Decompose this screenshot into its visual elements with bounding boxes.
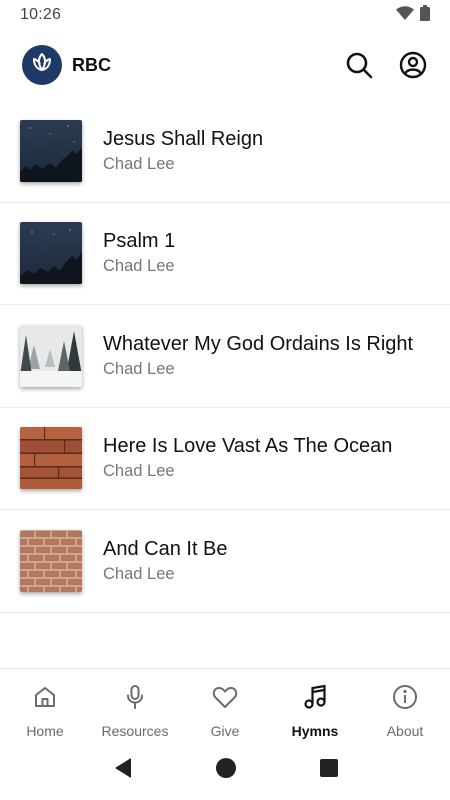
hymn-row[interactable]: Jesus Shall Reign Chad Lee xyxy=(0,100,450,203)
music-note-icon xyxy=(303,683,327,711)
status-bar: 10:26 xyxy=(0,0,450,30)
hymn-title: Whatever My God Ordains Is Right xyxy=(103,332,414,355)
microphone-icon xyxy=(123,683,147,711)
hymn-artwork-brick-wall xyxy=(20,529,82,592)
hymn-author: Chad Lee xyxy=(103,359,175,378)
status-icons xyxy=(396,4,430,26)
recents-icon[interactable] xyxy=(319,758,339,783)
hymn-row[interactable]: Whatever My God Ordains Is Right Chad Le… xyxy=(0,305,450,408)
nav-label: Give xyxy=(210,723,240,739)
battery-icon xyxy=(420,4,430,26)
nav-label: Resources xyxy=(101,723,169,739)
hymn-text: Jesus Shall Reign Chad Lee xyxy=(103,127,263,175)
nav-item-resources[interactable]: Resources xyxy=(90,669,180,740)
hymn-row[interactable]: Psalm 1 Chad Lee xyxy=(0,203,450,305)
wifi-icon xyxy=(396,5,414,25)
hymn-author: Chad Lee xyxy=(103,154,175,173)
hymn-author: Chad Lee xyxy=(103,462,175,481)
hymn-text: Psalm 1 Chad Lee xyxy=(103,229,175,277)
account-icon[interactable] xyxy=(398,50,428,80)
nav-label: Hymns xyxy=(291,723,339,739)
hymn-artwork-night-sky xyxy=(20,222,82,285)
app-bar: RBC xyxy=(0,40,450,90)
hymn-artwork-wood-planks xyxy=(20,427,82,490)
home-circle-icon[interactable] xyxy=(215,757,237,784)
hymn-artwork-night-sky xyxy=(20,119,82,182)
hymn-text: And Can It Be Chad Lee xyxy=(103,537,228,585)
back-icon[interactable] xyxy=(111,757,133,784)
heart-icon xyxy=(212,683,238,711)
hymn-text: Whatever My God Ordains Is Right Chad Le… xyxy=(103,332,413,380)
app-actions xyxy=(344,50,428,80)
status-time: 10:26 xyxy=(20,6,62,23)
nav-label: Home xyxy=(26,723,64,739)
hymn-title: Psalm 1 xyxy=(103,230,176,253)
lotus-icon xyxy=(29,50,55,81)
info-icon xyxy=(392,683,418,711)
hymn-list: Jesus Shall Reign Chad Lee Psalm 1 Chad … xyxy=(0,100,450,613)
nav-item-give[interactable]: Give xyxy=(180,669,270,740)
hymn-row[interactable]: Here Is Love Vast As The Ocean Chad Lee xyxy=(0,408,450,510)
hymn-title: Jesus Shall Reign xyxy=(103,127,264,150)
hymns-screen: 10:26 RBC Jesus Shall Reign Chad Lee Psa… xyxy=(0,0,450,800)
hymn-author: Chad Lee xyxy=(103,564,175,583)
hymn-row[interactable]: And Can It Be Chad Lee xyxy=(0,510,450,613)
nav-item-hymns[interactable]: Hymns xyxy=(270,669,360,740)
hymn-artwork-snowy-forest xyxy=(20,324,82,387)
nav-item-about[interactable]: About xyxy=(360,669,450,740)
app-title: RBC xyxy=(72,54,111,75)
home-icon xyxy=(33,683,57,711)
bottom-nav: Home Resources Give Hymns About xyxy=(0,668,450,740)
search-icon[interactable] xyxy=(344,50,374,80)
hymn-author: Chad Lee xyxy=(103,257,175,276)
nav-item-home[interactable]: Home xyxy=(0,669,90,740)
hymn-title: And Can It Be xyxy=(103,537,228,560)
nav-label: About xyxy=(386,723,424,739)
app-logo[interactable] xyxy=(22,45,62,85)
hymn-text: Here Is Love Vast As The Ocean Chad Lee xyxy=(103,434,392,482)
hymn-title: Here Is Love Vast As The Ocean xyxy=(103,435,393,458)
system-nav-bar xyxy=(0,745,450,795)
